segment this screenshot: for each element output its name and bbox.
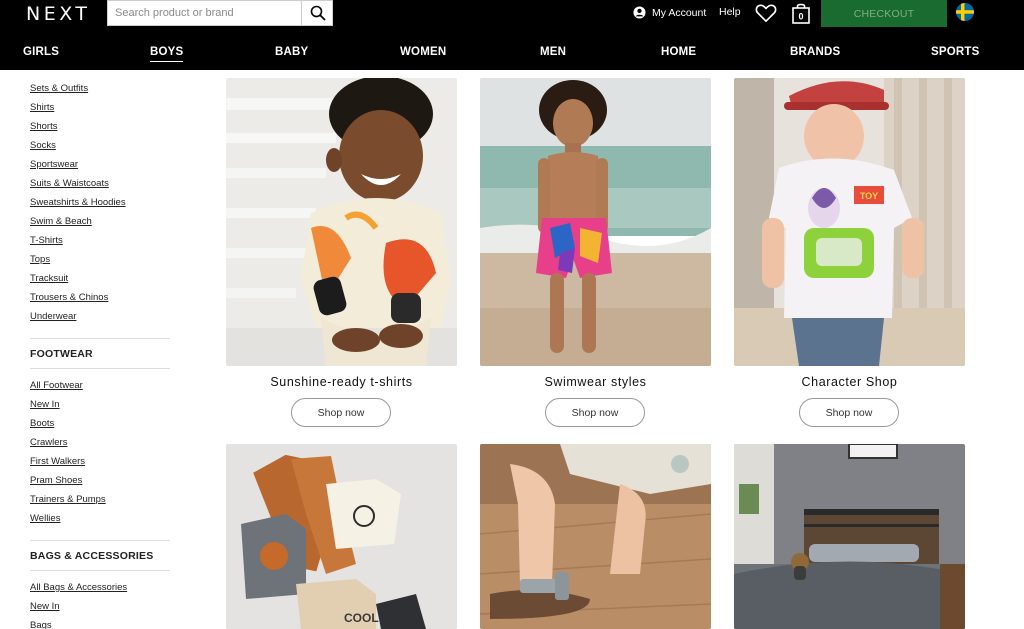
sidebar-link-suits-waistcoats[interactable]: Suits & Waistcoats bbox=[30, 178, 109, 189]
sweden-flag-icon bbox=[956, 3, 974, 21]
search-button[interactable] bbox=[301, 1, 333, 25]
sidebar-link-tops[interactable]: Tops bbox=[30, 254, 50, 265]
promo-tile-row2-3 bbox=[734, 444, 965, 629]
sidebar-divider bbox=[30, 368, 170, 369]
child-wearing-sandals-photo bbox=[480, 444, 711, 629]
sidebar-divider bbox=[30, 570, 170, 571]
nav-sports[interactable]: SPORTS bbox=[931, 46, 980, 58]
sidebar-link-pram-shoes[interactable]: Pram Shoes bbox=[30, 475, 82, 486]
country-flag-sweden[interactable] bbox=[956, 3, 974, 21]
my-account-label: My Account bbox=[652, 6, 707, 19]
sidebar-link-first-walkers[interactable]: First Walkers bbox=[30, 456, 85, 467]
kids-bedroom-photo bbox=[734, 444, 965, 629]
sidebar-link-boots[interactable]: Boots bbox=[30, 418, 54, 429]
sidebar-link-trousers-chinos[interactable]: Trousers & Chinos bbox=[30, 292, 108, 303]
tile-title: Swimwear styles bbox=[544, 375, 647, 389]
nav-women[interactable]: WOMEN bbox=[400, 46, 446, 58]
sidebar-link-all-footwear[interactable]: All Footwear bbox=[30, 380, 83, 391]
sidebar-heading-footwear: FOOTWEAR bbox=[30, 348, 93, 360]
category-nav: GIRLS BOYS BABY WOMEN MEN HOME BRANDS SP… bbox=[0, 28, 1024, 70]
help-link[interactable]: Help bbox=[719, 6, 741, 18]
heart-icon bbox=[755, 4, 777, 22]
nav-boys[interactable]: BOYS bbox=[150, 46, 184, 62]
svg-text:COOL: COOL bbox=[344, 611, 379, 625]
search-input[interactable] bbox=[108, 1, 301, 25]
promo-tile-character-shop: TOY Character Shop Shop now bbox=[734, 78, 965, 428]
favourites-button[interactable] bbox=[755, 3, 777, 28]
search-box bbox=[107, 0, 333, 26]
kids-bedroom-image[interactable] bbox=[734, 444, 965, 629]
nav-baby[interactable]: BABY bbox=[275, 46, 308, 58]
sidebar-divider bbox=[30, 338, 170, 339]
sidebar-link-all-bags-accessories[interactable]: All Bags & Accessories bbox=[30, 582, 127, 593]
sidebar-link-wellies[interactable]: Wellies bbox=[30, 513, 60, 524]
flatlay-tees-image[interactable]: COOL bbox=[226, 444, 457, 629]
sidebar-link-bags-new-in[interactable]: New In bbox=[30, 601, 60, 612]
promo-tile-row2-1: COOL bbox=[226, 444, 457, 629]
top-bar: NEXT My Account Help 0 CHECKOUT bbox=[0, 0, 1024, 28]
sidebar-link-swim-beach[interactable]: Swim & Beach bbox=[30, 216, 92, 227]
sidebar-link-underwear[interactable]: Underwear bbox=[30, 311, 76, 322]
sidebar-heading-bags-accessories: BAGS & ACCESSORIES bbox=[30, 550, 154, 562]
sidebar-link-trainers-pumps[interactable]: Trainers & Pumps bbox=[30, 494, 106, 505]
tile-title: Sunshine-ready t-shirts bbox=[270, 375, 413, 389]
shopping-bag-icon: 0 bbox=[792, 3, 810, 24]
shop-now-button[interactable]: Shop now bbox=[799, 398, 899, 427]
search-icon bbox=[310, 5, 325, 21]
shop-now-button[interactable]: Shop now bbox=[291, 398, 391, 427]
sidebar-link-crawlers[interactable]: Crawlers bbox=[30, 437, 67, 448]
sidebar-link-bags[interactable]: Bags bbox=[30, 620, 52, 629]
shopping-bag-button[interactable]: 0 bbox=[791, 2, 811, 29]
nav-men[interactable]: MEN bbox=[540, 46, 566, 58]
character-shop-image[interactable]: TOY bbox=[734, 78, 965, 366]
sidebar-link-sweatshirts-hoodies[interactable]: Sweatshirts & Hoodies bbox=[30, 197, 126, 208]
boy-on-beach-photo bbox=[480, 78, 711, 366]
svg-text:TOY: TOY bbox=[860, 191, 878, 201]
sandals-image[interactable] bbox=[480, 444, 711, 629]
sidebar-link-shirts[interactable]: Shirts bbox=[30, 102, 54, 113]
sidebar-link-footwear-new-in[interactable]: New In bbox=[30, 399, 60, 410]
promo-tile-sunshine-tshirts: Sunshine-ready t-shirts Shop now bbox=[226, 78, 457, 428]
account-icon bbox=[633, 6, 646, 19]
promo-tile-row2-2 bbox=[480, 444, 711, 629]
sidebar-link-tracksuit[interactable]: Tracksuit bbox=[30, 273, 68, 284]
checkout-button[interactable]: CHECKOUT bbox=[821, 0, 947, 27]
sunshine-tshirts-image[interactable] bbox=[226, 78, 457, 366]
swimwear-image[interactable] bbox=[480, 78, 711, 366]
nav-girls[interactable]: GIRLS bbox=[23, 46, 59, 58]
tile-title: Character Shop bbox=[801, 375, 898, 389]
shop-now-button[interactable]: Shop now bbox=[545, 398, 645, 427]
promo-tile-swimwear: Swimwear styles Shop now bbox=[480, 78, 711, 428]
sidebar-link-sportswear[interactable]: Sportswear bbox=[30, 159, 78, 170]
bag-count: 0 bbox=[798, 12, 803, 22]
nav-brands[interactable]: BRANDS bbox=[790, 46, 840, 58]
sidebar-link-t-shirts[interactable]: T-Shirts bbox=[30, 235, 63, 246]
sidebar-divider bbox=[30, 540, 170, 541]
sidebar: Sets & Outfits Shirts Shorts Socks Sport… bbox=[0, 70, 210, 629]
nav-home[interactable]: HOME bbox=[661, 46, 696, 58]
folded-kids-clothes-photo: COOL bbox=[226, 444, 457, 629]
next-logo[interactable]: NEXT bbox=[26, 3, 91, 25]
toddler-in-character-tshirt-photo: TOY bbox=[734, 78, 965, 366]
my-account-link[interactable]: My Account bbox=[633, 6, 706, 19]
child-in-printed-tshirt-photo bbox=[226, 78, 457, 366]
sidebar-link-socks[interactable]: Socks bbox=[30, 140, 56, 151]
sidebar-link-sets-outfits[interactable]: Sets & Outfits bbox=[30, 83, 88, 94]
sidebar-link-shorts[interactable]: Shorts bbox=[30, 121, 57, 132]
